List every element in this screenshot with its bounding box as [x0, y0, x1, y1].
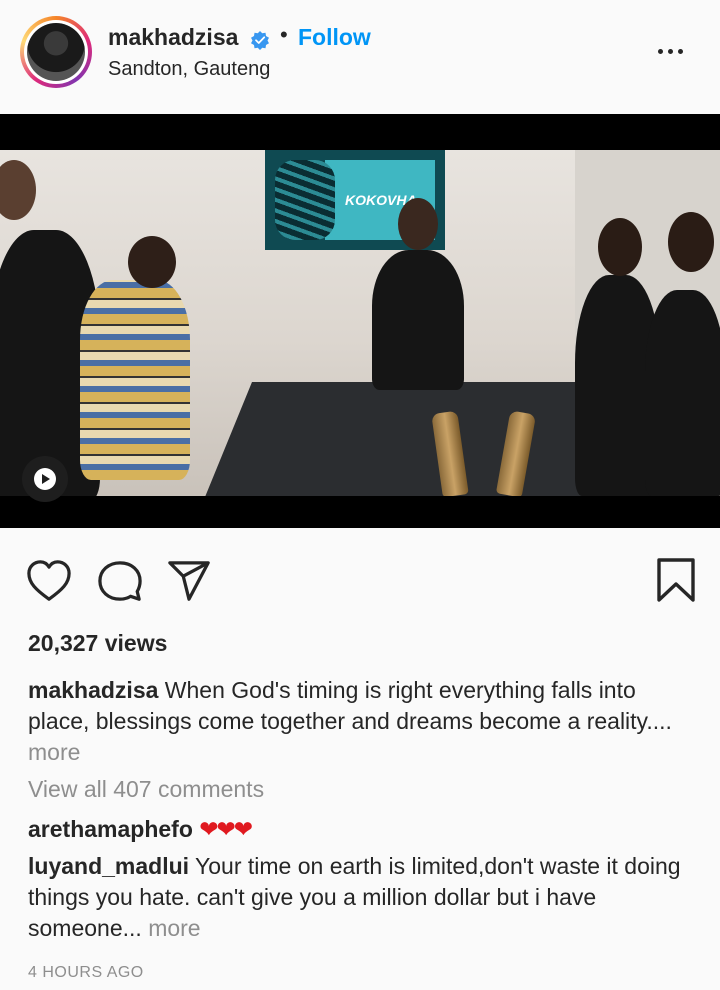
view-all-comments-link[interactable]: View all 407 comments [28, 776, 264, 803]
share-icon[interactable] [166, 559, 212, 603]
view-count[interactable]: 20,327 views [28, 630, 167, 657]
bookmark-icon[interactable] [656, 557, 696, 603]
person-right-2-head [668, 212, 714, 272]
avatar-image [27, 23, 85, 81]
more-options-icon[interactable] [652, 40, 688, 62]
person-traditional-dress [80, 280, 190, 480]
comment-text: ❤❤❤ [199, 816, 253, 842]
person-right-2 [645, 290, 720, 496]
caption-author[interactable]: makhadzisa [28, 677, 158, 703]
video-play-icon[interactable] [22, 456, 68, 502]
champagne-bottles [415, 410, 545, 496]
comment-more-link[interactable]: more [148, 915, 200, 941]
person-center-head [398, 198, 438, 250]
comment-icon[interactable] [97, 559, 143, 603]
avatar-story-ring[interactable] [20, 16, 92, 88]
heart-icon[interactable] [26, 559, 72, 603]
post-caption: makhadzisa When God's timing is right ev… [28, 675, 698, 768]
screen-graphic [275, 160, 335, 240]
follow-button[interactable]: Follow [298, 24, 371, 51]
comment-author[interactable]: arethamaphefo [28, 816, 193, 842]
video-frame: KOKOVHA [0, 150, 720, 496]
play-glyph [34, 468, 56, 490]
comment-item: arethamaphefo ❤❤❤ [28, 814, 253, 845]
separator-dot: • [280, 22, 288, 47]
comment-author[interactable]: luyand_madlui [28, 853, 189, 879]
post-video[interactable]: KOKOVHA [0, 114, 720, 528]
verified-badge-icon [251, 31, 269, 50]
person-dress-head [128, 236, 176, 288]
caption-more-link[interactable]: more [28, 739, 80, 765]
username-link[interactable]: makhadzisa [108, 24, 238, 51]
comment-item: luyand_madlui Your time on earth is limi… [28, 851, 698, 944]
bottle [431, 410, 469, 496]
avatar[interactable] [24, 20, 88, 84]
person-center [372, 250, 464, 390]
bottle [495, 410, 537, 496]
post-header: makhadzisa • Follow Sandton, Gauteng [0, 0, 720, 108]
post-timestamp: 4 HOURS AGO [28, 964, 144, 981]
person-left-head [0, 160, 36, 220]
location-link[interactable]: Sandton, Gauteng [108, 58, 270, 81]
person-right-1-head [598, 218, 642, 276]
